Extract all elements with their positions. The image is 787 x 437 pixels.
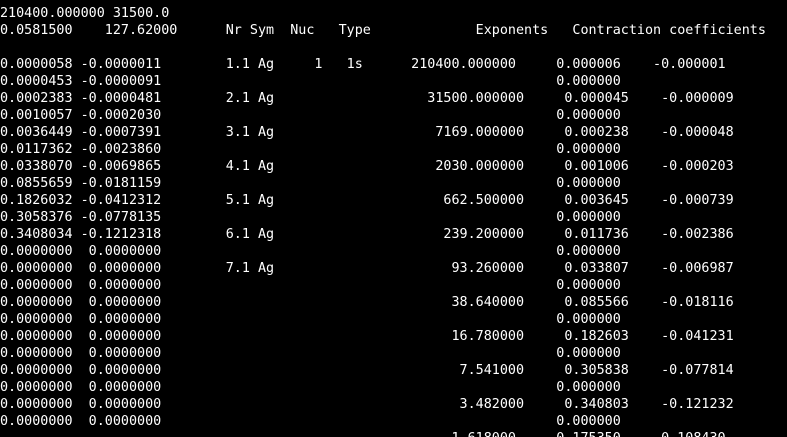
terminal-line: 0.1826032 -0.0412312 5.1 Ag 662.500000 0…: [0, 193, 734, 208]
terminal-line: 0.0000000 0.0000000 16.780000 0.182603 -…: [0, 329, 734, 344]
terminal-line: 0.0000000 0.0000000 0.000000: [0, 346, 621, 361]
terminal-line: 0.0036449 -0.0007391 3.1 Ag 7169.000000 …: [0, 125, 734, 140]
terminal-line: 0.0000000 0.0000000 7.1 Ag 93.260000 0.0…: [0, 261, 734, 276]
terminal-line: 0.3408034 -0.1212318 6.1 Ag 239.200000 0…: [0, 227, 734, 242]
terminal-line: 0.0000000 0.0000000 0.000000: [0, 244, 621, 259]
terminal-line: 0.0338070 -0.0069865 4.1 Ag 2030.000000 …: [0, 159, 734, 174]
terminal-line: 0.0010057 -0.0002030 0.000000: [0, 108, 621, 123]
terminal-line: 0.0000000 0.0000000 0.000000: [0, 278, 621, 293]
terminal-line: 0.0581500 127.62000 Nr Sym Nuc Type Expo…: [0, 23, 766, 38]
terminal-line: 0.0000453 -0.0000091 0.000000: [0, 74, 621, 89]
terminal-line: 0.0000000 0.0000000 0.000000: [0, 312, 621, 327]
terminal-line: 0.0000000 0.0000000 7.541000 0.305838 -0…: [0, 363, 734, 378]
terminal-line: 1.618000 0.175350 -0.108430: [0, 430, 725, 437]
terminal-line: 0.0000000 0.0000000 38.640000 0.085566 -…: [0, 295, 734, 310]
terminal-line: 0.0002383 -0.0000481 2.1 Ag 31500.000000…: [0, 91, 734, 106]
terminal-line: 0.0855659 -0.0181159 0.000000: [0, 176, 621, 191]
terminal-line: 0.0000058 -0.0000011 1.1 Ag 1 1s 210400.…: [0, 57, 726, 72]
terminal-line: 0.0117362 -0.0023860 0.000000: [0, 142, 621, 157]
terminal-line: 210400.000000 31500.0: [0, 6, 170, 21]
terminal-line: 0.0000000 0.0000000 0.000000: [0, 380, 621, 395]
terminal-line: 0.3058376 -0.0778135 0.000000: [0, 210, 621, 225]
terminal-line: 0.0000000 0.0000000 3.482000 0.340803 -0…: [0, 397, 734, 412]
terminal-output[interactable]: BASIS DATA210400.000000 31500.00.0581500…: [0, 0, 787, 437]
terminal-line: 0.0000000 0.0000000 0.000000: [0, 414, 621, 429]
